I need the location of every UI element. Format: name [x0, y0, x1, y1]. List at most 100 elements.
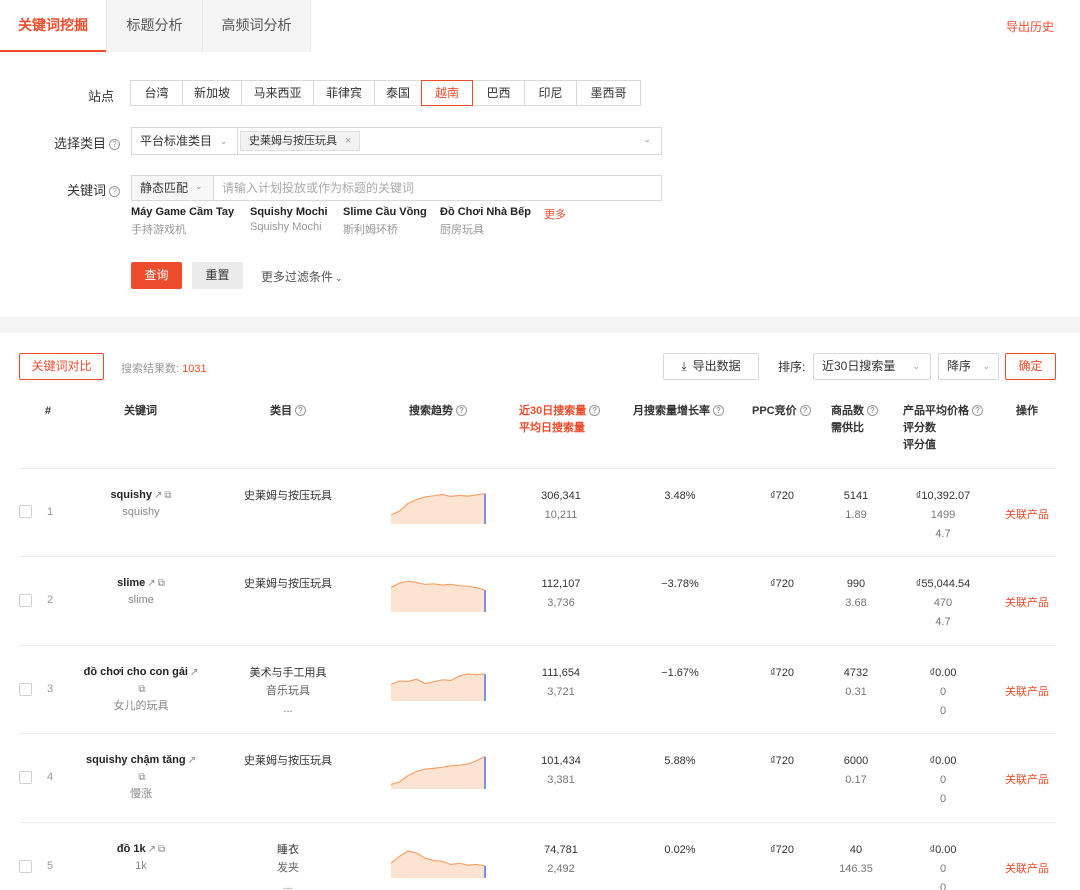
col-action: 操作 — [1016, 405, 1038, 417]
trend-sparkline — [391, 756, 486, 789]
related-products-link[interactable]: 关联产品 — [1005, 506, 1049, 522]
row-checkbox[interactable] — [19, 860, 32, 873]
tab-high-frequency[interactable]: 高频词分析 — [202, 0, 311, 52]
keyword-text[interactable]: đồ chơi cho con gái — [84, 666, 188, 678]
station-ph[interactable]: 菲律宾 — [313, 80, 375, 106]
volume-cell: 111,654 3,721 — [521, 664, 601, 702]
station-my[interactable]: 马来西亚 — [241, 80, 314, 106]
station-id[interactable]: 印尼 — [524, 80, 577, 106]
category-cell: 美术与手工用具 音乐玩具 ... — [218, 664, 358, 718]
category-text: 史莱姆与按压玩具 — [244, 578, 332, 590]
external-link-icon[interactable]: ↗ — [154, 487, 162, 504]
order-select[interactable]: 降序 ⌄ — [938, 353, 999, 380]
close-icon[interactable]: × — [345, 135, 351, 147]
col-category[interactable]: 类目? — [270, 403, 306, 420]
daily-volume: 3,736 — [547, 597, 575, 609]
keyword-text[interactable]: slime — [117, 577, 145, 589]
keyword-text[interactable]: squishy chậm tăng — [86, 754, 186, 766]
copy-icon[interactable]: ⧉ — [138, 681, 145, 698]
row-index: 1 — [47, 506, 54, 518]
suggestion-item[interactable]: Máy Game Cầm Tay 手持游戏机 — [131, 206, 234, 237]
station-br[interactable]: 巴西 — [472, 80, 525, 106]
keyword-field[interactable]: 静态匹配 ⌄ 请输入计划投放或作为标题的关键词 — [131, 175, 662, 201]
category-text: 美术与手工用具 — [249, 667, 327, 679]
result-count-value: 1031 — [182, 363, 207, 375]
category-type-dropdown[interactable]: 平台标准类目 ⌄ — [132, 128, 238, 154]
tab-title-analysis[interactable]: 标题分析 — [106, 0, 203, 52]
daily-volume: 3,381 — [547, 774, 575, 786]
keyword-text[interactable]: squishy — [110, 489, 152, 501]
order-value: 降序 — [947, 359, 972, 373]
rating-value: 4.7 — [935, 528, 951, 540]
keyword-text[interactable]: đồ 1k — [117, 843, 146, 855]
related-products-link[interactable]: 关联产品 — [1005, 594, 1049, 610]
suggestion-item[interactable]: Đồ Chơi Nhà Bếp 厨房玩具 — [440, 206, 531, 237]
confirm-button[interactable]: 确定 — [1005, 353, 1056, 380]
suggestion-item[interactable]: Slime Cầu Vồng 斯利姆环桥 — [343, 206, 427, 237]
row-checkbox[interactable] — [19, 771, 32, 784]
supply-ratio: 0.17 — [845, 774, 867, 786]
suggestion-translation: 斯利姆环桥 — [343, 224, 398, 236]
reset-button[interactable]: 重置 — [192, 262, 243, 289]
search-volume: 101,434 — [541, 755, 581, 767]
row-checkbox[interactable] — [19, 594, 32, 607]
related-products-link[interactable]: 关联产品 — [1005, 860, 1049, 876]
category-text: 发夹 — [277, 862, 299, 874]
col-daily-volume-label: 平均日搜索量 — [519, 422, 585, 434]
suggestion-item[interactable]: Squishy Mochi Squishy Mochi — [250, 206, 328, 233]
col-growth[interactable]: 月搜索量增长率? — [633, 403, 724, 420]
external-link-icon[interactable]: ↗ — [148, 841, 156, 858]
result-count: 搜索结果数: 1031 — [121, 360, 207, 376]
rating-count: 0 — [939, 686, 947, 698]
keyword-label: 关键词 — [66, 183, 106, 198]
copy-icon[interactable]: ⧉ — [138, 769, 145, 786]
col-products[interactable]: 商品数? 需供比 — [831, 403, 878, 437]
supply-ratio: 3.68 — [845, 597, 867, 609]
station-th[interactable]: 泰国 — [374, 80, 422, 106]
col-rating-value-label: 评分值 — [903, 439, 936, 451]
price-cell: ₫0.00 0 0 — [898, 841, 988, 890]
station-mx[interactable]: 墨西哥 — [576, 80, 641, 106]
station-vn[interactable]: 越南 — [421, 80, 473, 106]
chevron-down-icon: ⌄ — [220, 136, 228, 146]
external-link-icon[interactable]: ↗ — [188, 752, 196, 769]
external-link-icon[interactable]: ↗ — [147, 575, 155, 592]
suggestion-translation: 手持游戏机 — [131, 224, 186, 236]
help-icon: ? — [109, 186, 120, 197]
product-count: 5141 — [843, 490, 869, 502]
copy-icon[interactable]: ⧉ — [164, 487, 171, 504]
help-icon: ? — [295, 405, 306, 416]
tab-keyword-mining[interactable]: 关键词挖掘 — [0, 0, 106, 52]
station-sg[interactable]: 新加坡 — [182, 80, 242, 106]
row-checkbox[interactable] — [19, 683, 32, 696]
match-type-dropdown[interactable]: 静态匹配 ⌄ — [132, 176, 214, 200]
trend-area — [391, 674, 485, 701]
export-history-link[interactable]: 导出历史 — [1006, 18, 1054, 35]
row-checkbox[interactable] — [19, 505, 32, 518]
category-select[interactable]: 平台标准类目 ⌄ 史莱姆与按压玩具 × ⌄ — [131, 127, 662, 155]
col-search-volume[interactable]: 近30日搜索量? 平均日搜索量 — [519, 403, 601, 437]
sort-select[interactable]: 近30日搜索量 ⌄ — [813, 353, 931, 380]
copy-icon[interactable]: ⧉ — [158, 841, 165, 858]
col-trend[interactable]: 搜索趋势? — [409, 403, 467, 420]
category-ellipsis[interactable]: ... — [218, 877, 358, 890]
station-tw[interactable]: 台湾 — [130, 80, 183, 106]
chevron-down-icon[interactable]: ⌄ — [643, 134, 651, 145]
related-products-link[interactable]: 关联产品 — [1005, 683, 1049, 699]
export-data-button[interactable]: ⤓ 导出数据 — [663, 353, 759, 380]
col-avg-price-label: 产品平均价格 — [903, 405, 969, 417]
ppc-bid: ₫720 — [770, 490, 794, 502]
query-button[interactable]: 查询 — [131, 262, 182, 289]
keyword-compare-button[interactable]: 关键词对比 — [19, 353, 104, 380]
col-avg-price[interactable]: 产品平均价格? 评分数 评分值 — [903, 403, 983, 454]
more-suggestions-link[interactable]: 更多 — [544, 206, 566, 222]
related-products-link[interactable]: 关联产品 — [1005, 771, 1049, 787]
category-text: 音乐玩具 — [266, 685, 310, 697]
keyword-input[interactable]: 请输入计划投放或作为标题的关键词 — [222, 176, 414, 200]
more-filters-toggle[interactable]: 更多过滤条件 ⌄ — [261, 268, 343, 285]
products-cell: 990 3.68 — [826, 575, 886, 613]
col-ppc[interactable]: PPC竞价? — [752, 403, 811, 420]
external-link-icon[interactable]: ↗ — [190, 664, 198, 681]
copy-icon[interactable]: ⧉ — [158, 575, 165, 592]
category-ellipsis[interactable]: ... — [218, 700, 358, 718]
